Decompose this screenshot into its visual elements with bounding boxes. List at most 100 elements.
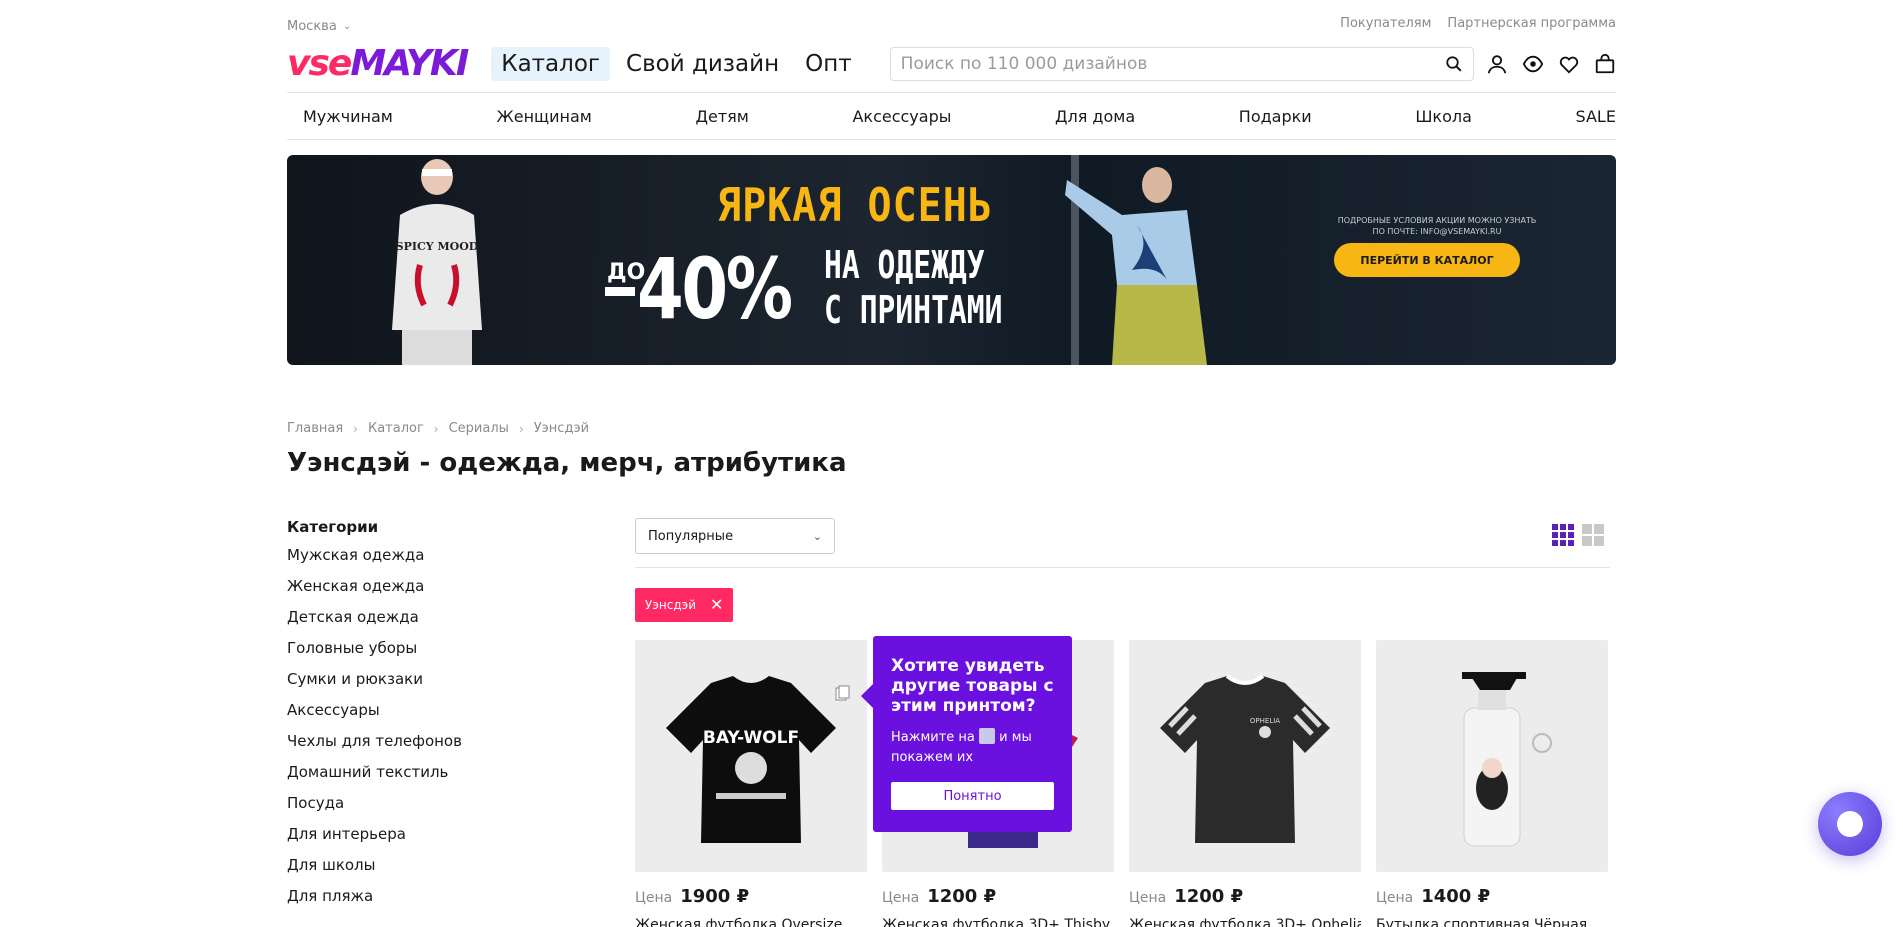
product-card[interactable]: BAY-WOLF Цена 1900 ₽ Женская футболка Ove… bbox=[635, 640, 867, 927]
sidebar-item-beach[interactable]: Для пляжа bbox=[287, 885, 547, 916]
tooltip-ok-button[interactable]: Понятно bbox=[891, 782, 1054, 810]
catnav-home[interactable]: Для дома bbox=[1055, 107, 1135, 126]
page-title: Уэнсдэй - одежда, мерч, атрибутика bbox=[287, 448, 847, 478]
catnav-accessories[interactable]: Аксессуары bbox=[852, 107, 951, 126]
chevron-down-icon: ⌄ bbox=[812, 529, 822, 543]
sort-select[interactable]: Популярные ⌄ bbox=[635, 518, 835, 554]
category-nav: Мужчинам Женщинам Детям Аксессуары Для д… bbox=[287, 92, 1616, 140]
link-buyers[interactable]: Покупателям bbox=[1340, 16, 1431, 36]
banner-line2: С ПРИНТАМИ bbox=[824, 288, 1003, 332]
sidebar-item-bags[interactable]: Сумки и рюкзаки bbox=[287, 668, 547, 699]
product-area: Популярные ⌄ Уэнсдэй ✕ BAY-WOLF Цена 1900… bbox=[635, 518, 1610, 927]
user-icon[interactable] bbox=[1486, 53, 1508, 75]
search-input[interactable] bbox=[900, 54, 1445, 74]
product-name[interactable]: Женская футболка 3D+ Thisby bbox=[882, 917, 1114, 927]
heart-icon[interactable] bbox=[1558, 53, 1580, 75]
eye-icon[interactable] bbox=[1522, 53, 1544, 75]
shirt-text: SPICY MOOD bbox=[396, 240, 479, 253]
price-value: 1200 ₽ bbox=[927, 886, 997, 907]
tooltip-text-before: Нажмите на bbox=[891, 730, 975, 745]
catnav-women[interactable]: Женщинам bbox=[497, 107, 592, 126]
sidebar-categories: Категории Мужская одежда Женская одежда … bbox=[287, 518, 547, 916]
breadcrumb-series[interactable]: Сериалы bbox=[449, 421, 509, 436]
price-value: 1400 ₽ bbox=[1421, 886, 1491, 907]
city-selector[interactable]: Москва ⌄ bbox=[287, 16, 351, 36]
price-label: Цена bbox=[882, 890, 920, 906]
price-row: Цена 1900 ₽ bbox=[635, 886, 867, 907]
link-partner-program[interactable]: Партнерская программа bbox=[1447, 16, 1616, 36]
chat-icon[interactable] bbox=[1818, 792, 1882, 856]
sidebar-item-interior[interactable]: Для интерьера bbox=[287, 823, 547, 854]
product-name[interactable]: Женская футболка 3D+ Ophelia bbox=[1129, 917, 1361, 927]
sidebar-item-mens-clothing[interactable]: Мужская одежда bbox=[287, 544, 547, 575]
close-icon[interactable]: ✕ bbox=[710, 597, 723, 613]
tshirt-black-image: BAY-WOLF bbox=[666, 676, 836, 843]
sidebar-item-phone-cases[interactable]: Чехлы для телефонов bbox=[287, 730, 547, 761]
top-bar: Москва ⌄ Покупателям Партнерская програм… bbox=[287, 16, 1616, 36]
product-image[interactable]: OPHELIA bbox=[1129, 640, 1361, 872]
logo[interactable]: vseMAYKI bbox=[287, 43, 469, 84]
model-man-image bbox=[1065, 167, 1207, 365]
search-box bbox=[889, 47, 1474, 81]
similar-products-tooltip: Хотите увидеть другие товары с этим прин… bbox=[861, 636, 1072, 832]
logo-part-vse: vse bbox=[287, 43, 352, 84]
search-icon[interactable] bbox=[1445, 55, 1463, 73]
price-value: 1900 ₽ bbox=[680, 886, 750, 907]
print-text: BAY-WOLF bbox=[703, 728, 799, 748]
price-label: Цена bbox=[635, 890, 673, 906]
product-name[interactable]: Женская футболка Oversize bbox=[635, 917, 867, 927]
product-card[interactable]: OPHELIA Цена 1200 ₽ Женская футболка 3D+ … bbox=[1129, 640, 1361, 927]
banner-minus bbox=[605, 287, 635, 296]
sidebar-item-accessories[interactable]: Аксессуары bbox=[287, 699, 547, 730]
breadcrumb-current: Уэнсдэй bbox=[533, 421, 590, 436]
filter-chip[interactable]: Уэнсдэй ✕ bbox=[635, 588, 734, 622]
sidebar-item-womens-clothing[interactable]: Женская одежда bbox=[287, 575, 547, 606]
catnav-gifts[interactable]: Подарки bbox=[1239, 107, 1312, 126]
banner-line1: НА ОДЕЖДУ bbox=[824, 243, 985, 287]
header-icons bbox=[1486, 53, 1616, 75]
product-card[interactable]: Цена 1400 ₽ Бутылка спортивная Чёрная bbox=[1376, 640, 1608, 927]
nav-catalog[interactable]: Каталог bbox=[491, 47, 611, 81]
promo-banner[interactable]: SPICY MOOD ЯРКАЯ ОСЕНЬ ДО 40% НА ОДЕЖДУ … bbox=[287, 155, 1616, 365]
catnav-men[interactable]: Мужчинам bbox=[303, 107, 393, 126]
product-image[interactable] bbox=[1376, 640, 1608, 872]
sidebar-item-home-textile[interactable]: Домашний текстиль bbox=[287, 761, 547, 792]
banner-percent: 40% bbox=[637, 240, 793, 338]
main-nav: Каталог Свой дизайн Опт bbox=[491, 47, 861, 81]
product-image[interactable]: BAY-WOLF bbox=[635, 640, 867, 872]
price-label: Цена bbox=[1129, 890, 1167, 906]
sport-bottle-image bbox=[1462, 672, 1552, 847]
banner-title: ЯРКАЯ ОСЕНЬ bbox=[717, 179, 993, 233]
chat-bubble-icon bbox=[1837, 811, 1863, 837]
price-label: Цена bbox=[1376, 890, 1414, 906]
nav-wholesale[interactable]: Опт bbox=[795, 47, 862, 81]
banner-note: ПОДРОБНЫЕ УСЛОВИЯ АКЦИИ МОЖНО УЗНАТЬ ПО … bbox=[1337, 216, 1537, 236]
breadcrumb-home[interactable]: Главная bbox=[287, 421, 343, 436]
grid-large-icon[interactable] bbox=[1582, 524, 1604, 546]
price-row: Цена 1200 ₽ bbox=[882, 886, 1114, 907]
view-switcher bbox=[1552, 524, 1604, 546]
price-value: 1200 ₽ bbox=[1174, 886, 1244, 907]
nav-own-design[interactable]: Свой дизайн bbox=[616, 47, 789, 81]
sidebar-item-school[interactable]: Для школы bbox=[287, 854, 547, 885]
product-name[interactable]: Бутылка спортивная Чёрная bbox=[1376, 917, 1608, 927]
sidebar-item-kids-clothing[interactable]: Детская одежда bbox=[287, 606, 547, 637]
breadcrumb-catalog[interactable]: Каталог bbox=[368, 421, 424, 436]
banner-catalog-button[interactable]: ПЕРЕЙТИ В КАТАЛОГ bbox=[1334, 243, 1520, 277]
grid-small-icon[interactable] bbox=[1552, 524, 1574, 546]
catnav-kids[interactable]: Детям bbox=[695, 107, 748, 126]
sort-value: Популярные bbox=[648, 528, 734, 544]
bag-icon[interactable] bbox=[1594, 53, 1616, 75]
price-row: Цена 1200 ₽ bbox=[1129, 886, 1361, 907]
catnav-school[interactable]: Школа bbox=[1415, 107, 1472, 126]
product-grid: BAY-WOLF Цена 1900 ₽ Женская футболка Ove… bbox=[635, 640, 1610, 927]
sidebar-item-headwear[interactable]: Головные уборы bbox=[287, 637, 547, 668]
catnav-sale[interactable]: SALE bbox=[1576, 107, 1616, 126]
filter-chip-label: Уэнсдэй bbox=[645, 598, 697, 612]
print-text: OPHELIA bbox=[1250, 717, 1280, 725]
sidebar-item-tableware[interactable]: Посуда bbox=[287, 792, 547, 823]
tooltip-text: Нажмите на и мы покажем их bbox=[891, 728, 1054, 768]
tooltip-title: Хотите увидеть другие товары с этим прин… bbox=[891, 656, 1054, 716]
similar-products-icon[interactable] bbox=[833, 684, 851, 702]
chevron-right-icon: › bbox=[518, 421, 524, 436]
